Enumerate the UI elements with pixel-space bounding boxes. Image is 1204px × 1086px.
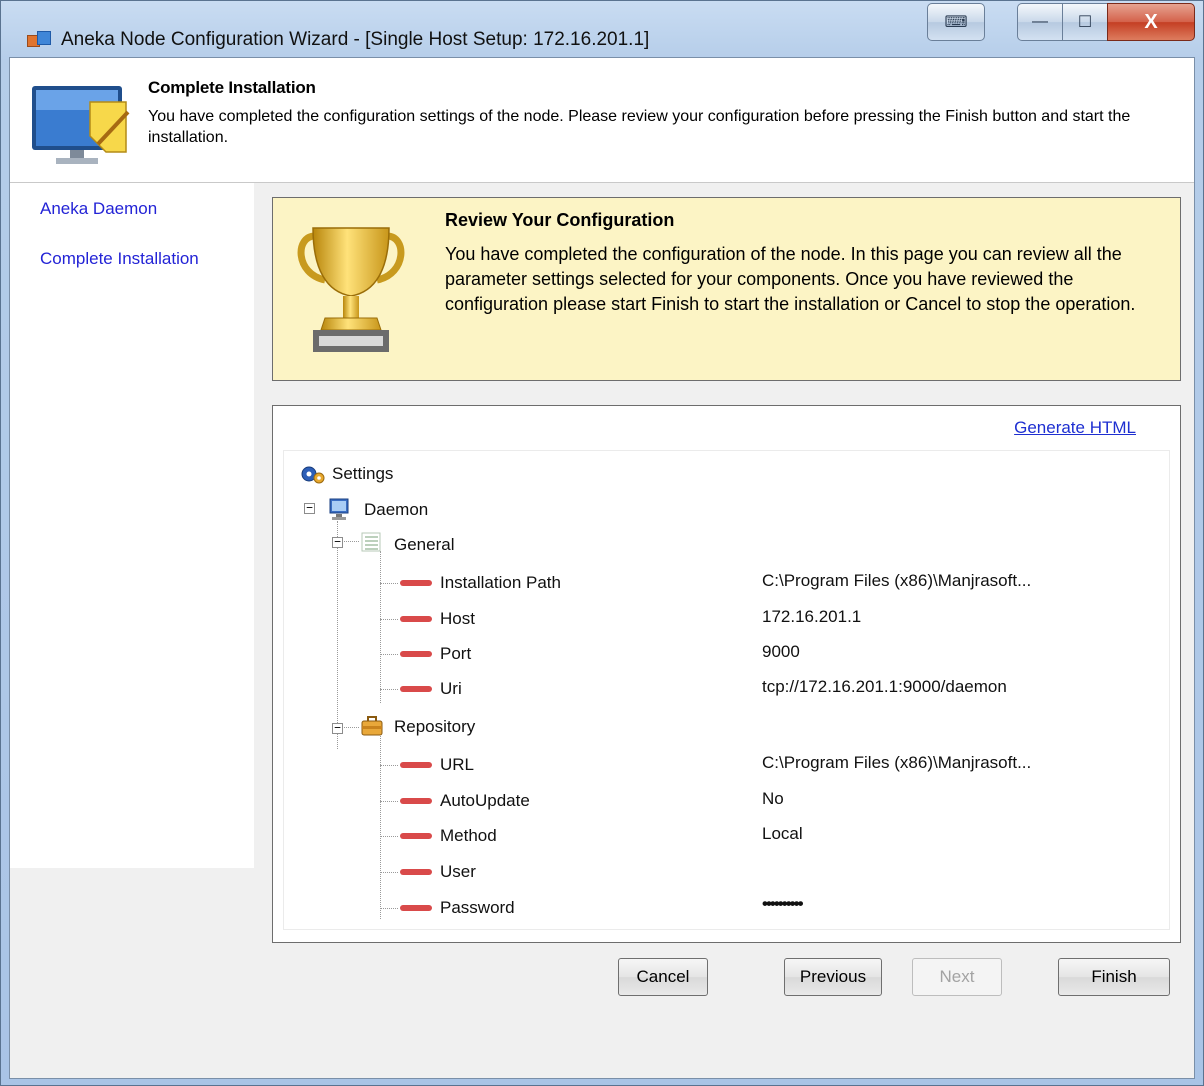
review-panel: Review Your Configuration You have compl…	[272, 197, 1181, 381]
header-title: Complete Installation	[148, 78, 316, 97]
next-button: Next	[912, 958, 1002, 996]
maximize-button[interactable]: ☐	[1062, 3, 1108, 41]
computer-icon	[329, 498, 349, 520]
property-key[interactable]: AutoUpdate	[440, 791, 530, 811]
wizard-header: Complete Installation You have completed…	[10, 58, 1194, 183]
property-value: 172.16.201.1	[762, 607, 862, 626]
property-key[interactable]: Port	[440, 644, 471, 664]
generate-html-link[interactable]: Generate HTML	[1014, 418, 1136, 438]
property-marker-icon	[400, 686, 432, 692]
property-key[interactable]: Uri	[440, 679, 462, 699]
repository-collapse-toggle[interactable]: −	[332, 722, 343, 734]
property-key[interactable]: Installation Path	[440, 573, 561, 593]
property-marker-icon	[400, 833, 432, 839]
gears-icon	[301, 466, 325, 484]
property-key[interactable]: Host	[440, 609, 475, 629]
title-bar[interactable]: Aneka Node Configuration Wizard - [Singl…	[1, 1, 1203, 57]
settings-tree[interactable]: Settings − Daemon − General Installation…	[283, 450, 1170, 930]
property-marker-icon	[400, 616, 432, 622]
header-description: You have completed the configuration set…	[148, 108, 1131, 146]
sidebar-item-aneka-daemon[interactable]: Aneka Daemon	[40, 199, 157, 219]
property-key[interactable]: URL	[440, 755, 474, 775]
tree-node-repository[interactable]: Repository	[394, 717, 475, 737]
property-marker-icon	[400, 762, 432, 768]
wizard-window: Aneka Node Configuration Wizard - [Singl…	[0, 0, 1204, 1086]
keyboard-icon[interactable]: ⌨	[927, 3, 985, 41]
tree-node-general[interactable]: General	[394, 535, 454, 555]
app-icon	[27, 29, 51, 51]
general-collapse-toggle[interactable]: −	[332, 536, 343, 548]
property-value: Local	[762, 824, 803, 843]
wizard-footer	[10, 868, 1194, 1078]
client-area: Complete Installation You have completed…	[9, 57, 1195, 1079]
list-icon	[361, 532, 381, 552]
briefcase-icon	[361, 716, 383, 736]
monitor-edit-icon	[32, 86, 130, 164]
window-title: Aneka Node Configuration Wizard - [Singl…	[61, 29, 650, 50]
minimize-button[interactable]: —	[1017, 3, 1063, 41]
property-marker-icon	[400, 651, 432, 657]
property-value: No	[762, 789, 784, 808]
close-button[interactable]: X	[1107, 3, 1195, 41]
property-key[interactable]: Method	[440, 826, 497, 846]
property-value: 9000	[762, 642, 800, 661]
daemon-collapse-toggle[interactable]: −	[304, 502, 315, 514]
property-value: C:\Program Files (x86)\Manjrasoft...	[762, 753, 1032, 772]
previous-button[interactable]: Previous	[784, 958, 882, 996]
tree-node-daemon[interactable]: Daemon	[364, 500, 428, 520]
settings-panel: Generate HTML Settings − Daemon − Genera…	[272, 405, 1181, 943]
cancel-button[interactable]: Cancel	[618, 958, 708, 996]
property-marker-icon	[400, 580, 432, 586]
trophy-icon	[297, 227, 405, 352]
review-title: Review Your Configuration	[445, 210, 675, 230]
review-text: You have completed the configuration of …	[445, 244, 1136, 314]
finish-button[interactable]: Finish	[1058, 958, 1170, 996]
wizard-steps-sidebar: Aneka Daemon Complete Installation	[10, 183, 254, 868]
sidebar-item-complete-installation[interactable]: Complete Installation	[40, 249, 199, 269]
property-marker-icon	[400, 798, 432, 804]
property-value: tcp://172.16.201.1:9000/daemon	[762, 677, 1007, 696]
property-value: C:\Program Files (x86)\Manjrasoft...	[762, 571, 1032, 590]
tree-root-settings[interactable]: Settings	[332, 464, 393, 484]
